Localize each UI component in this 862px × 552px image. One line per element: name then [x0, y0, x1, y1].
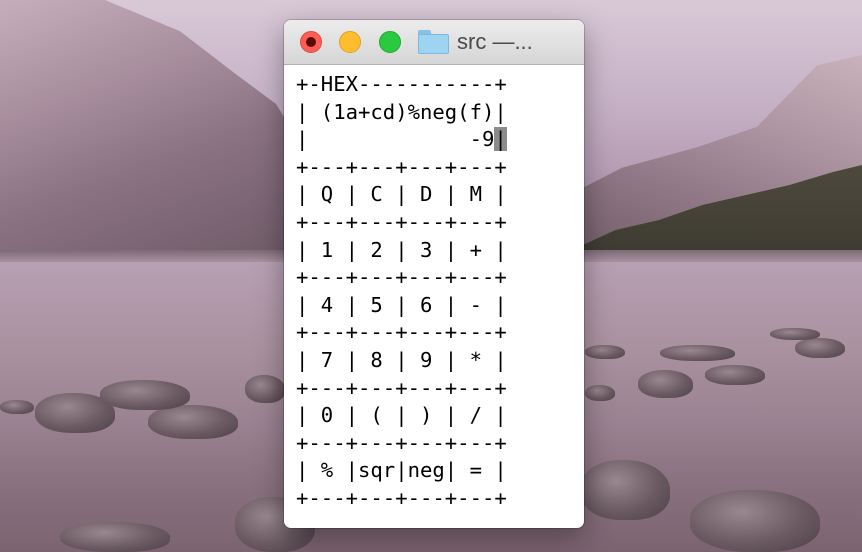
- rock: [0, 400, 34, 414]
- terminal-line: | 1 | 2 | 3 | + |: [296, 237, 507, 262]
- terminal-window[interactable]: src —... +-HEX-----------+ | (1a+cd)%neg…: [284, 20, 584, 528]
- rock: [660, 345, 735, 361]
- result-text: | -9: [296, 127, 495, 152]
- terminal-line: | 4 | 5 | 6 | - |: [296, 292, 507, 317]
- rock: [638, 370, 693, 398]
- rock: [148, 405, 238, 439]
- rock: [705, 365, 765, 385]
- close-icon: [306, 37, 316, 47]
- mountain-left: [0, 0, 300, 260]
- terminal-line: +---+---+---+---+: [296, 209, 507, 234]
- zoom-button[interactable]: [379, 31, 401, 53]
- rock: [795, 338, 845, 358]
- rock: [580, 460, 670, 520]
- rock: [100, 380, 190, 410]
- terminal-line: | (1a+cd)%neg(f)|: [296, 99, 507, 124]
- text-cursor: |: [494, 127, 507, 152]
- rock: [770, 328, 820, 340]
- terminal-line: +---+---+---+---+: [296, 154, 507, 179]
- window-title: src —...: [457, 29, 533, 54]
- terminal-line: | -9|: [296, 126, 584, 154]
- close-button[interactable]: [300, 31, 322, 53]
- terminal-line: | % |sqr|neg| = |: [296, 458, 507, 483]
- terminal-line: +---+---+---+---+: [296, 375, 507, 400]
- terminal-line: +---+---+---+---+: [296, 485, 507, 510]
- title-bar[interactable]: src —...: [284, 20, 584, 65]
- terminal-line: | 0 | ( | ) | / |: [296, 403, 507, 428]
- rock: [585, 345, 625, 359]
- rock: [585, 385, 615, 401]
- terminal-line: +---+---+---+---+: [296, 320, 507, 345]
- minimize-button[interactable]: [339, 31, 361, 53]
- rock: [60, 522, 170, 552]
- rock: [690, 490, 820, 552]
- terminal-output[interactable]: +-HEX-----------+ | (1a+cd)%neg(f)| | -9…: [284, 65, 584, 513]
- terminal-line: +-HEX-----------+: [296, 72, 507, 96]
- folder-icon: [418, 30, 449, 54]
- rock: [245, 375, 285, 403]
- terminal-line: | 7 | 8 | 9 | * |: [296, 347, 507, 372]
- terminal-line: | Q | C | D | M |: [296, 182, 507, 207]
- terminal-line: +---+---+---+---+: [296, 430, 507, 455]
- terminal-line: +---+---+---+---+: [296, 265, 507, 290]
